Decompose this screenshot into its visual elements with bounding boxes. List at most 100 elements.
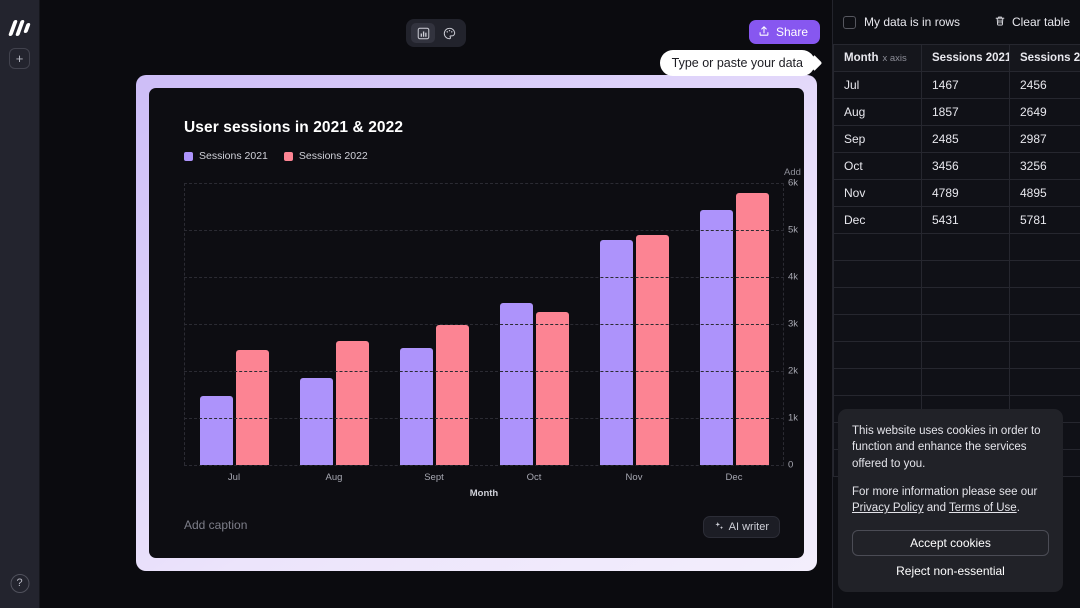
gridline (184, 230, 784, 231)
clear-table-button[interactable]: Clear table (994, 15, 1070, 30)
y-axis-tick: 2k (788, 365, 799, 377)
chart-legend: Sessions 2021 Sessions 2022 (184, 150, 368, 162)
y-axis-tick: 1k (788, 412, 799, 424)
table-cell-empty[interactable] (921, 287, 1010, 315)
x-axis-tick: Jul (227, 472, 241, 483)
table-cell[interactable]: Sep (833, 125, 922, 153)
table-column-header[interactable]: Sessions 2021 (921, 44, 1010, 72)
palette-icon[interactable] (437, 23, 461, 43)
caption-input[interactable]: Add caption (184, 518, 247, 532)
chart-icon[interactable] (411, 23, 435, 43)
table-cell-empty[interactable] (833, 341, 922, 369)
table-cell-empty[interactable] (921, 368, 1010, 396)
table-cell[interactable]: 2987 (1009, 125, 1080, 153)
plot-area: Add label Jul Aug Sept Oct Nov Dec 0 1k 2k 3k 4k 5… (184, 167, 804, 483)
table-cell-empty[interactable] (1009, 287, 1080, 315)
table-cell[interactable]: Nov (833, 179, 922, 207)
table-cell-empty[interactable] (921, 233, 1010, 261)
cookie-banner: This website uses cookies in order to fu… (838, 408, 1063, 592)
x-axis-tick: Oct (526, 472, 542, 483)
table-cell-empty[interactable] (833, 260, 922, 288)
ai-writer-button[interactable]: AI writer (702, 516, 780, 538)
table-cell[interactable]: 3256 (1009, 152, 1080, 180)
table-cell[interactable]: Jul (833, 71, 922, 99)
table-cell-empty[interactable] (921, 314, 1010, 342)
upload-icon (758, 25, 770, 40)
share-button[interactable]: Share (748, 20, 820, 44)
bar[interactable] (399, 348, 433, 465)
bar[interactable] (435, 324, 469, 465)
table-row-empty (833, 260, 1080, 288)
column-label: Month (844, 52, 879, 64)
table-cell-empty[interactable] (921, 341, 1010, 369)
trash-icon (994, 15, 1006, 30)
x-axis-tick: Nov (625, 472, 643, 483)
bar[interactable] (299, 377, 333, 465)
privacy-policy-link[interactable]: Privacy Policy (852, 502, 924, 514)
bar[interactable] (535, 311, 569, 465)
help-button[interactable]: ? (10, 574, 29, 593)
table-cell[interactable]: 5431 (921, 206, 1010, 234)
cookie-p2-prefix: For more information please see our (852, 485, 1038, 498)
sparkle-icon (714, 521, 724, 534)
legend-item[interactable]: Sessions 2021 (184, 150, 268, 162)
accept-cookies-button[interactable]: Accept cookies (852, 530, 1049, 556)
table-cell-empty[interactable] (1009, 314, 1080, 342)
table-cell-empty[interactable] (1009, 341, 1080, 369)
y-axis-tick: 5k (788, 224, 799, 236)
table-cell-empty[interactable] (1009, 368, 1080, 396)
table-cell[interactable]: 1857 (921, 98, 1010, 126)
reject-cookies-button[interactable]: Reject non-essential (852, 564, 1049, 578)
table-column-header[interactable]: Sessions 202 (1009, 44, 1080, 72)
share-button-label: Share (775, 25, 808, 39)
table-cell-empty[interactable] (833, 233, 922, 261)
table-cell-empty[interactable] (1009, 233, 1080, 261)
view-toolbar (406, 19, 466, 47)
terms-of-use-link[interactable]: Terms of Use (949, 502, 1017, 514)
x-axis-tick: Aug (325, 472, 343, 483)
table-cell-empty[interactable] (833, 314, 922, 342)
bar[interactable] (699, 209, 733, 465)
rows-checkbox[interactable] (843, 15, 856, 29)
x-axis-tick: Dec (725, 472, 743, 483)
table-cell[interactable]: 1467 (921, 71, 1010, 99)
table-cell[interactable]: 2649 (1009, 98, 1080, 126)
bar[interactable] (335, 340, 369, 465)
left-rail: + ? (0, 0, 40, 608)
table-column-header[interactable]: Month x axis (833, 44, 922, 72)
bar[interactable] (635, 234, 669, 465)
table-cell[interactable]: Aug (833, 98, 922, 126)
table-cell[interactable]: 3456 (921, 152, 1010, 180)
table-cell-empty[interactable] (833, 287, 922, 315)
cookie-paragraph-1: This website uses cookies in order to fu… (852, 424, 1041, 470)
y-axis-add-label[interactable]: Add label (784, 167, 804, 178)
bar[interactable] (499, 302, 533, 465)
table-header-row: Monthx axis Sessions 2021 Sessions 202 (833, 44, 1080, 72)
table-cell-empty[interactable] (833, 368, 922, 396)
bar[interactable] (199, 396, 233, 465)
table-cell[interactable]: 2485 (921, 125, 1010, 153)
app-root: + ? Share Type or paste your data User s… (0, 0, 1080, 608)
table-row-empty (833, 287, 1080, 315)
bar[interactable] (235, 349, 269, 465)
bar[interactable] (599, 239, 633, 465)
add-new-button[interactable]: + (9, 48, 30, 69)
legend-swatch (283, 151, 293, 161)
legend-item[interactable]: Sessions 2022 (283, 150, 368, 162)
gridline (184, 277, 784, 278)
x-axis-tick: Sept (424, 472, 444, 483)
table-cell[interactable]: 4895 (1009, 179, 1080, 207)
table-row: Oct 3456 3256 (833, 152, 1080, 180)
table-cell[interactable]: Oct (833, 152, 922, 180)
table-cell[interactable]: 4789 (921, 179, 1010, 207)
gridline (184, 418, 784, 419)
table-cell-empty[interactable] (921, 260, 1010, 288)
table-cell-empty[interactable] (1009, 260, 1080, 288)
data-panel-header: My data is in rows Clear table (833, 0, 1080, 44)
bar[interactable] (735, 193, 769, 465)
table-cell[interactable]: 5781 (1009, 206, 1080, 234)
legend-swatch (184, 151, 193, 161)
table-cell[interactable]: 2456 (1009, 71, 1080, 99)
data-panel: My data is in rows Clear table Month x ax… (832, 0, 1080, 608)
table-cell[interactable]: Dec (833, 206, 922, 234)
